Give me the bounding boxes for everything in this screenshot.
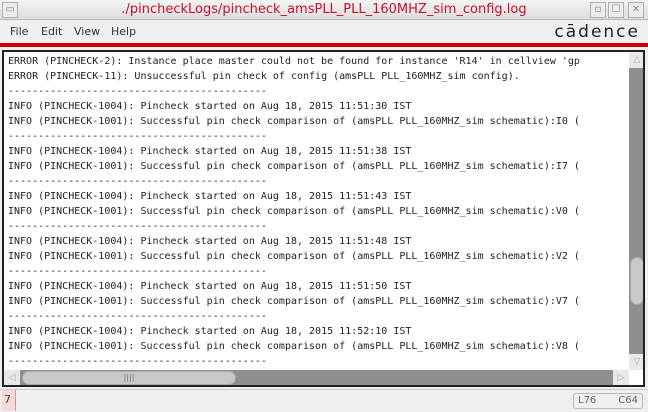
log-line: INFO (PINCHECK-1004): Pincheck started o… <box>8 326 412 337</box>
close-icon[interactable]: ✕ <box>628 2 644 18</box>
log-line: INFO (PINCHECK-1001): Successful pin che… <box>8 161 580 172</box>
log-line: ----------------------------------------… <box>8 311 267 322</box>
menu-edit[interactable]: Edit <box>41 25 62 38</box>
log-line: INFO (PINCHECK-1001): Successful pin che… <box>8 251 580 262</box>
log-line: INFO (PINCHECK-1001): Successful pin che… <box>8 296 580 307</box>
log-line: ERROR (PINCHECK-2): Instance place maste… <box>8 56 580 67</box>
menu-bar: File Edit View Help cādence <box>0 20 648 43</box>
title-bar: ▭ ./pincheckLogs/pincheck_amsPLL_PLL_160… <box>0 0 648 20</box>
line-number: L76 <box>578 395 597 406</box>
log-line: INFO (PINCHECK-1004): Pincheck started o… <box>8 101 412 112</box>
log-line: INFO (PINCHECK-1001): Successful pin che… <box>8 206 580 217</box>
vertical-scrollbar[interactable]: △ ▽ <box>629 52 643 370</box>
status-bar: 7 L76 C64 <box>0 389 648 411</box>
log-line: INFO (PINCHECK-1001): Successful pin che… <box>8 116 580 127</box>
window-title: ./pincheckLogs/pincheck_amsPLL_PLL_160MH… <box>121 2 527 17</box>
scroll-right-icon[interactable]: ▷ <box>613 370 629 385</box>
scroll-down-icon[interactable]: ▽ <box>629 354 643 370</box>
log-line: INFO (PINCHECK-1004): Pincheck started o… <box>8 146 412 157</box>
log-lines: ERROR (PINCHECK-2): Instance place maste… <box>8 54 628 369</box>
accent-divider <box>0 43 648 47</box>
menu-help[interactable]: Help <box>111 25 136 38</box>
menu-file[interactable]: File <box>10 25 28 38</box>
horizontal-scrollbar[interactable]: ◁ |||| ▷ <box>4 370 629 385</box>
minimize-icon[interactable]: ▫ <box>590 2 606 18</box>
cursor-position: L76 C64 <box>573 393 643 409</box>
log-text-area[interactable]: ERROR (PINCHECK-2): Instance place maste… <box>2 50 645 387</box>
message-count: 7 <box>2 390 16 411</box>
log-line: ----------------------------------------… <box>8 221 267 232</box>
log-line: ----------------------------------------… <box>8 131 267 142</box>
scroll-up-icon[interactable]: △ <box>629 52 643 68</box>
column-number: C64 <box>618 395 638 406</box>
log-line: ----------------------------------------… <box>8 86 267 97</box>
cadence-logo: cādence <box>554 22 640 42</box>
horizontal-scroll-thumb[interactable]: |||| <box>22 371 236 385</box>
maximize-icon[interactable]: ☐ <box>608 2 624 18</box>
log-line: INFO (PINCHECK-1001): Successful pin che… <box>8 341 580 352</box>
log-line: INFO (PINCHECK-1004): Pincheck started o… <box>8 281 412 292</box>
menu-view[interactable]: View <box>74 25 100 38</box>
log-line: ERROR (PINCHECK-11): Unsuccessful pin ch… <box>8 71 520 82</box>
log-line: INFO (PINCHECK-1004): Pincheck started o… <box>8 236 412 247</box>
vertical-scroll-thumb[interactable] <box>630 257 643 305</box>
log-line: ----------------------------------------… <box>8 356 267 367</box>
log-line: INFO (PINCHECK-1004): Pincheck started o… <box>8 191 412 202</box>
log-line: ----------------------------------------… <box>8 176 267 187</box>
log-line: ----------------------------------------… <box>8 266 267 277</box>
scroll-left-icon[interactable]: ◁ <box>4 370 20 385</box>
